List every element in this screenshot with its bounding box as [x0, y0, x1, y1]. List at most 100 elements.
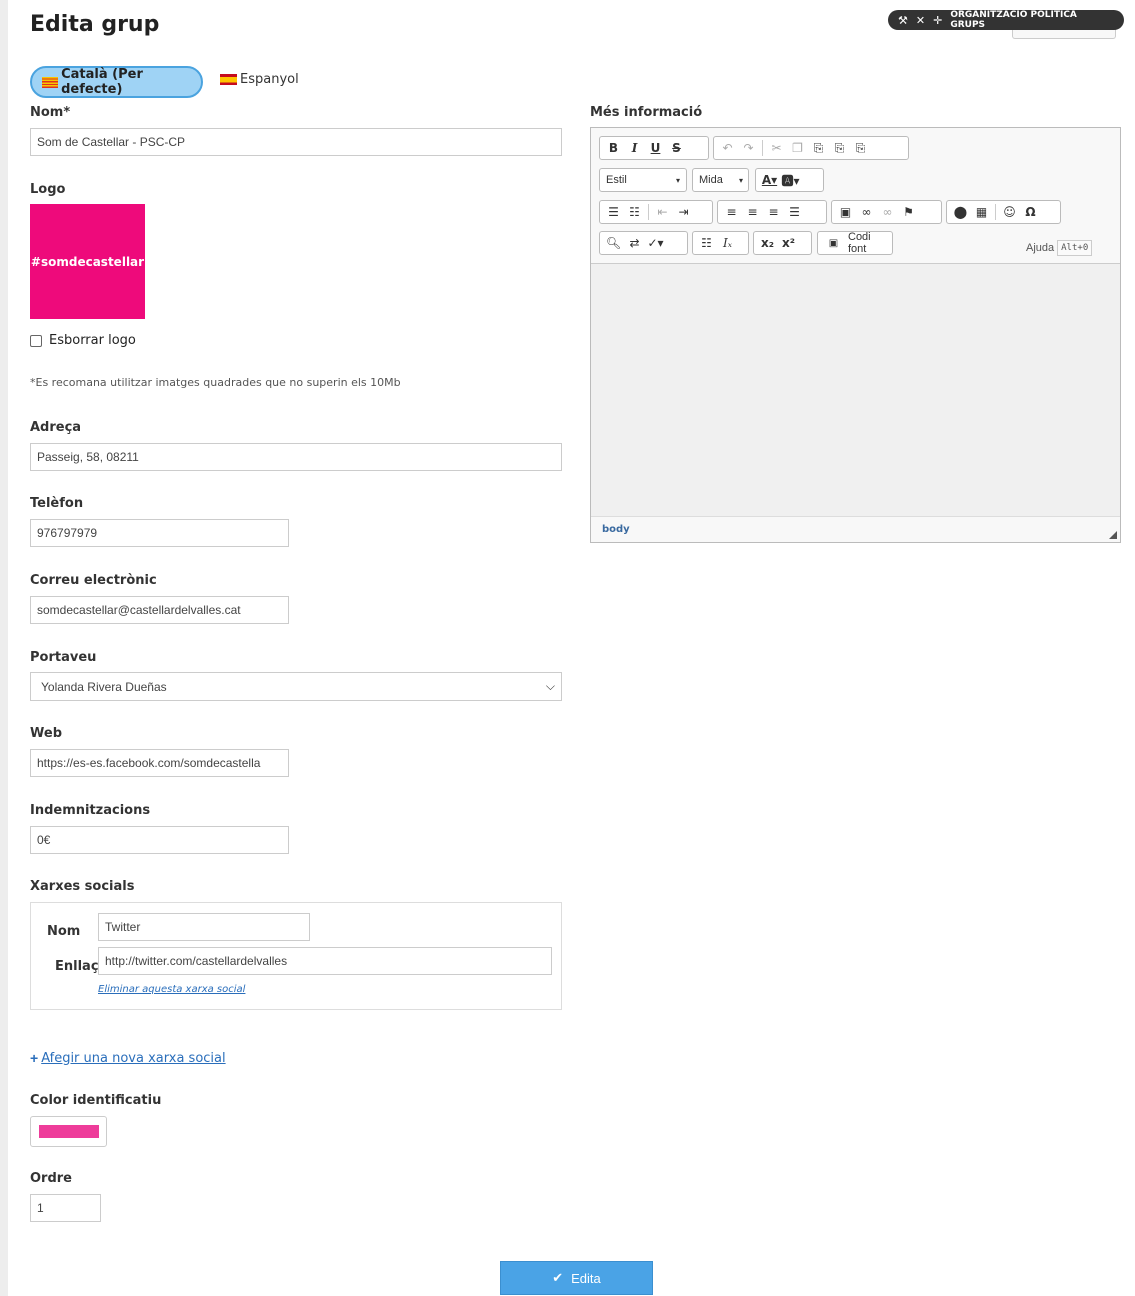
editor-status-bar: body — [591, 516, 1120, 542]
image-icon[interactable]: ▣ — [836, 202, 855, 222]
smiley-icon[interactable]: ☺ — [1000, 202, 1019, 222]
subscript-icon[interactable]: x₂ — [758, 233, 777, 253]
logo-label: Logo — [30, 182, 66, 197]
paste-icon[interactable]: ⎘ — [809, 138, 828, 158]
web-label: Web — [30, 726, 62, 741]
nom-label: Nom* — [30, 105, 71, 120]
social-enllac-field[interactable]: http://twitter.com/castellardelvalles — [98, 947, 552, 975]
editor-content-area[interactable] — [591, 264, 1120, 518]
link-icon[interactable]: ∞ — [857, 202, 876, 222]
search-icon[interactable]: 🔍︎ — [604, 233, 623, 253]
justify-icon[interactable]: ☰ — [785, 202, 804, 222]
rich-text-editor: B I U S ↶ ↷ ✂ ❐ ⎘ ⎘ ⎘ Estil ▾ Mida ▾ A▾ … — [590, 127, 1121, 543]
bg-color-icon[interactable]: 🅰▾ — [781, 170, 800, 190]
italic-button[interactable]: I — [625, 138, 644, 158]
paste-text-icon[interactable]: ⎘ — [830, 138, 849, 158]
format-group: B I U S — [599, 136, 709, 160]
xarxes-label: Xarxes socials — [30, 879, 135, 894]
ordre-field[interactable]: 1 — [30, 1194, 101, 1222]
size-combo-label: Mida — [699, 174, 723, 186]
indent-icon[interactable]: ⇥ — [674, 202, 693, 222]
bold-button[interactable]: B — [604, 138, 623, 158]
indemnitzacions-label: Indemnitzacions — [30, 803, 151, 818]
spellcheck-icon[interactable]: ✓▾ — [646, 233, 665, 253]
delete-logo-checkbox-row[interactable]: Esborrar logo — [30, 333, 136, 348]
strike-button[interactable]: S — [667, 138, 686, 158]
align-center-icon[interactable]: ≡ — [743, 202, 762, 222]
telefon-field[interactable]: 976797979 — [30, 519, 289, 547]
undo-icon[interactable]: ↶ — [718, 138, 737, 158]
help-label: Ajuda — [1026, 242, 1055, 254]
flash-icon[interactable]: ⬤ — [951, 202, 970, 222]
portaveu-label: Portaveu — [30, 650, 97, 665]
social-nom-label: Nom — [47, 924, 81, 939]
copy-icon[interactable]: ❐ — [788, 138, 807, 158]
list-group: ☰ ☷ ⇤ ⇥ — [599, 200, 713, 224]
delete-logo-checkbox[interactable] — [30, 334, 42, 347]
align-left-icon[interactable]: ≡ — [722, 202, 741, 222]
wrench-icon[interactable]: ⚒ — [898, 14, 908, 27]
add-social-link[interactable]: + Afegir una nova xarxa social — [30, 1050, 226, 1066]
numbered-list-icon[interactable]: ☰ — [604, 202, 623, 222]
cut-icon[interactable]: ✂ — [767, 138, 786, 158]
remove-social-link[interactable]: Eliminar aquesta xarxa social — [98, 984, 245, 995]
web-field[interactable]: https://es-es.facebook.com/somdecastella — [30, 749, 289, 777]
color-group: A▾ 🅰▾ — [755, 168, 824, 192]
chevron-down-icon: ▾ — [675, 175, 680, 185]
text-color-icon[interactable]: A▾ — [760, 170, 779, 190]
source-icon: ▣ — [828, 237, 839, 249]
paste-word-icon[interactable]: ⎘ — [851, 138, 870, 158]
nom-field[interactable]: Som de Castellar - PSC-CP — [30, 128, 562, 156]
tab-language-catalan[interactable]: Català (Per defecte) — [30, 66, 203, 98]
chevron-down-icon: ⌵ — [545, 679, 555, 693]
add-social-label: Afegir una nova xarxa social — [41, 1050, 226, 1066]
ordre-label: Ordre — [30, 1171, 72, 1186]
blockquote-icon[interactable]: ☷ — [697, 233, 716, 253]
unlink-icon[interactable]: ∞ — [878, 202, 897, 222]
find-group: 🔍︎ ⇄ ✓▾ — [599, 231, 688, 255]
bullet-list-icon[interactable]: ☷ — [625, 202, 644, 222]
redo-icon[interactable]: ↷ — [739, 138, 758, 158]
anchor-flag-icon[interactable]: ⚑ — [899, 202, 918, 222]
close-icon[interactable]: ✕ — [916, 14, 925, 27]
style-combo[interactable]: Estil ▾ — [599, 168, 687, 192]
size-combo[interactable]: Mida ▾ — [692, 168, 749, 192]
replace-icon[interactable]: ⇄ — [625, 233, 644, 253]
underline-button[interactable]: U — [646, 138, 665, 158]
page-title: Edita grup — [30, 12, 160, 37]
correu-label: Correu electrònic — [30, 573, 157, 588]
admin-bar: ⚒ ✕ ✛ ORGANITZACIÓ POLÍTICA GRUPS — [888, 10, 1124, 30]
tab-language-spanish[interactable]: Espanyol — [220, 72, 299, 87]
logo-image: #somdecastellar — [30, 204, 145, 319]
block-group: ☷ Iₓ — [692, 231, 749, 255]
adreca-field[interactable]: Passeig, 58, 08211 — [30, 443, 562, 471]
align-group: ≡ ≡ ≡ ☰ — [717, 200, 827, 224]
color-picker[interactable] — [30, 1116, 107, 1147]
logo-hint: *Es recomana utilitzar imatges quadrades… — [30, 376, 401, 389]
portaveu-selected-value: Yolanda Rivera Dueñas — [41, 679, 167, 694]
admin-bar-label: ORGANITZACIÓ POLÍTICA GRUPS — [950, 10, 1077, 30]
omega-icon[interactable]: Ω — [1021, 202, 1040, 222]
special-group: ⬤ ▦ ☺ Ω — [946, 200, 1061, 224]
table-icon[interactable]: ▦ — [972, 202, 991, 222]
outdent-icon[interactable]: ⇤ — [653, 202, 672, 222]
tab-label: Català (Per defecte) — [61, 67, 143, 97]
insert-group: ▣ ∞ ∞ ⚑ — [831, 200, 942, 224]
element-path[interactable]: body — [602, 524, 630, 535]
style-combo-label: Estil — [606, 174, 627, 186]
resize-grip-icon[interactable] — [1109, 531, 1117, 539]
source-button[interactable]: ▣ Codi font — [817, 231, 893, 255]
delete-logo-label: Esborrar logo — [49, 333, 136, 348]
editor-help[interactable]: Ajuda Alt+0 — [1026, 240, 1093, 256]
social-network-entry: Nom Twitter Enllaç http://twitter.com/ca… — [30, 902, 562, 1010]
indemnitzacions-field[interactable]: 0€ — [30, 826, 289, 854]
adreca-label: Adreça — [30, 420, 82, 435]
portaveu-select[interactable]: Yolanda Rivera Dueñas ⌵ — [30, 672, 562, 701]
edit-submit-button[interactable]: ✔ Edita — [500, 1261, 653, 1295]
superscript-icon[interactable]: x² — [779, 233, 798, 253]
social-nom-field[interactable]: Twitter — [98, 913, 310, 941]
move-icon[interactable]: ✛ — [933, 14, 942, 27]
correu-field[interactable]: somdecastellar@castellardelvalles.cat — [30, 596, 289, 624]
align-right-icon[interactable]: ≡ — [764, 202, 783, 222]
remove-format-icon[interactable]: Iₓ — [718, 233, 737, 253]
